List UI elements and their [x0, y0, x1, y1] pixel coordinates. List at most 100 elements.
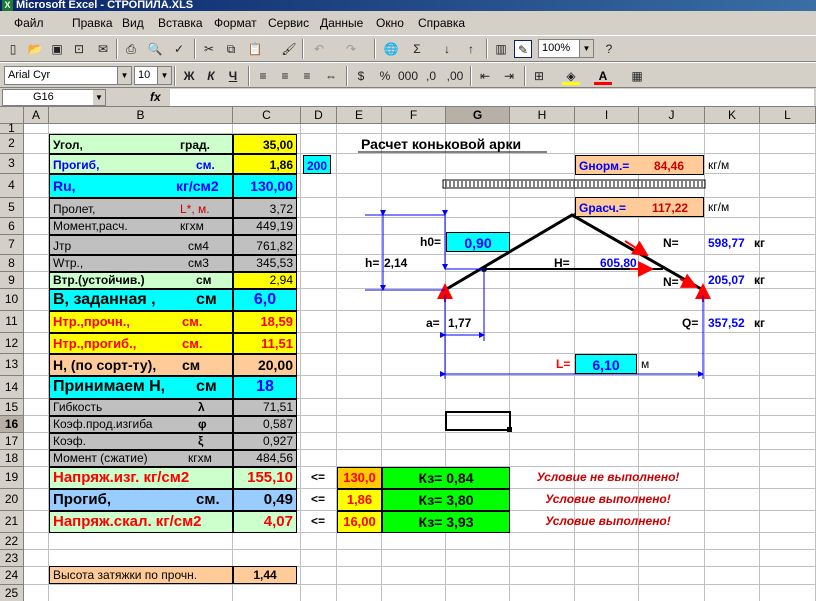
n1-unit: кг	[754, 236, 766, 250]
q-value: 357,52	[708, 316, 745, 330]
chart-wizard-icon[interactable]: ▥	[492, 40, 510, 58]
chevron-down-icon: ▼	[157, 67, 171, 84]
font-color-icon[interactable]: A	[594, 67, 612, 85]
selected-cell-g16[interactable]	[445, 411, 511, 431]
font-value: Arial Cyr	[8, 69, 51, 81]
percent-icon[interactable]: %	[376, 67, 394, 85]
h-value: 2,14	[384, 256, 408, 270]
chevron-down-icon: ▼	[93, 90, 105, 105]
open-icon[interactable]: 📂	[26, 40, 44, 58]
font-size-select[interactable]: 10 ▼	[134, 66, 172, 85]
n2-value: 205,07	[708, 273, 745, 287]
menu-window[interactable]: Окно	[376, 11, 404, 35]
formatting-toolbar: Arial Cyr ▼ 10 ▼ Ж К Ч ≡ ≡ ≡ ⇔ $ % 000 ,0 …	[0, 62, 816, 88]
hyperlink-icon[interactable]: 🌐	[382, 40, 400, 58]
preview-icon[interactable]: 🔍	[146, 40, 164, 58]
drawing-icon[interactable]: ✎	[514, 40, 532, 58]
copy-icon[interactable]: ⧉	[222, 40, 240, 58]
n1-label: N=	[663, 236, 679, 250]
italic-button[interactable]: К	[202, 67, 220, 85]
load-hatch	[445, 181, 703, 187]
name-box[interactable]: G16 ▼	[2, 89, 106, 106]
redo-icon[interactable]: ↷	[342, 40, 360, 58]
l-unit: м	[641, 357, 650, 371]
new-icon[interactable]: ▯	[4, 40, 22, 58]
align-center-icon[interactable]: ≡	[276, 67, 294, 85]
q-label: Q=	[682, 316, 699, 330]
l-label: L=	[556, 357, 571, 371]
fill-handle[interactable]	[507, 427, 512, 432]
g-norm-label: Gнорм.=	[579, 159, 630, 173]
fill-color-icon[interactable]: ◈	[562, 67, 580, 85]
format-painter-icon[interactable]: 🖌	[280, 40, 298, 58]
fx-icon: fx	[150, 90, 161, 104]
g-calc-unit: кг/м	[708, 200, 730, 214]
underline-button[interactable]: Ч	[224, 67, 242, 85]
excel-icon: X	[2, 0, 13, 11]
g-calc-label: Gрасч.=	[579, 201, 627, 215]
H-value: 605,80	[600, 256, 637, 270]
g-calc-value: 117,22	[652, 201, 689, 215]
menu-tools[interactable]: Сервис	[268, 11, 309, 35]
chevron-down-icon: ▼	[579, 40, 593, 57]
cell-reference: G16	[33, 91, 54, 103]
cut-icon[interactable]: ✂	[200, 40, 218, 58]
formula-input[interactable]	[170, 89, 814, 106]
H-label: H=	[554, 256, 570, 270]
menu-view[interactable]: Вид	[122, 11, 144, 35]
menu-data[interactable]: Данные	[320, 11, 363, 35]
table-icon[interactable]: ▦	[628, 67, 646, 85]
n2-unit: кг	[754, 273, 766, 287]
n2-label: N=	[663, 275, 679, 289]
decrease-indent-icon[interactable]: ⇤	[476, 67, 494, 85]
borders-icon[interactable]: ⊞	[530, 67, 548, 85]
align-right-icon[interactable]: ≡	[298, 67, 316, 85]
comma-style-icon[interactable]: 000	[398, 67, 418, 85]
chevron-down-icon: ▼	[117, 67, 131, 84]
print-icon[interactable]: ⎙	[122, 40, 140, 58]
menu-format[interactable]: Формат	[214, 11, 257, 35]
window-title: Microsoft Excel - СТРОПИЛА.XLS	[16, 0, 194, 11]
menu-bar: Файл Правка Вид Вставка Формат Сервис Да…	[0, 11, 816, 35]
spelling-icon[interactable]: ✓	[170, 40, 188, 58]
g-norm-unit: кг/м	[708, 158, 730, 172]
title-bar: X Microsoft Excel - СТРОПИЛА.XLS	[0, 0, 816, 11]
merge-center-icon[interactable]: ⇔	[322, 67, 340, 85]
autosum-icon[interactable]: Σ	[408, 40, 426, 58]
font-select[interactable]: Arial Cyr ▼	[4, 66, 132, 85]
g-calc-box[interactable]: Gрасч.= 117,22	[575, 197, 704, 217]
h-label: h=	[365, 256, 380, 270]
a-label: a=	[426, 316, 440, 330]
l-value[interactable]: 6,10	[575, 354, 637, 374]
standard-toolbar: ▯ 📂 ▣ ⊡ ✉ ⎙ 🔍 ✓ ✂ ⧉ 📋 🖌 ↶ ↷ 🌐 Σ ↓ ↑ ▥ ✎ …	[0, 35, 816, 62]
menu-insert[interactable]: Вставка	[158, 11, 203, 35]
align-left-icon[interactable]: ≡	[254, 67, 272, 85]
menu-help[interactable]: Справка	[418, 11, 465, 35]
menu-edit[interactable]: Правка	[72, 11, 113, 35]
zoom-select[interactable]: 100% ▼	[538, 39, 594, 58]
arch-diagram	[358, 151, 711, 432]
h0-value[interactable]: 0,90	[446, 232, 510, 252]
permission-icon[interactable]: ⊡	[70, 40, 88, 58]
diagram-title: Расчет коньковой арки	[361, 136, 522, 152]
bold-button[interactable]: Ж	[180, 67, 198, 85]
g-norm-value: 84,46	[654, 159, 685, 173]
h0-label: h0=	[420, 235, 442, 249]
worksheet[interactable]: A B C D E F G H I J K L 1 2 3 4 5 6 7 8 9 10 11 12 13 14 15 16 17 18 1…	[0, 107, 816, 601]
help-icon[interactable]: ?	[600, 40, 618, 58]
g-norm-box[interactable]: Gнорм.= 84,46	[575, 155, 704, 175]
sort-asc-icon[interactable]: ↓	[438, 40, 456, 58]
a-value: 1,77	[448, 316, 472, 330]
menu-file[interactable]: Файл	[14, 11, 44, 35]
decrease-decimal-icon[interactable]: ,00	[446, 67, 464, 85]
sort-desc-icon[interactable]: ↑	[462, 40, 480, 58]
zoom-value: 100%	[542, 42, 571, 54]
increase-indent-icon[interactable]: ⇥	[500, 67, 518, 85]
email-icon[interactable]: ✉	[94, 40, 112, 58]
currency-icon[interactable]: $	[352, 67, 370, 85]
save-icon[interactable]: ▣	[48, 40, 66, 58]
undo-icon[interactable]: ↶	[310, 40, 328, 58]
paste-icon[interactable]: 📋	[246, 40, 264, 58]
formula-bar: G16 ▼ fx	[0, 88, 816, 107]
increase-decimal-icon[interactable]: ,0	[422, 67, 440, 85]
